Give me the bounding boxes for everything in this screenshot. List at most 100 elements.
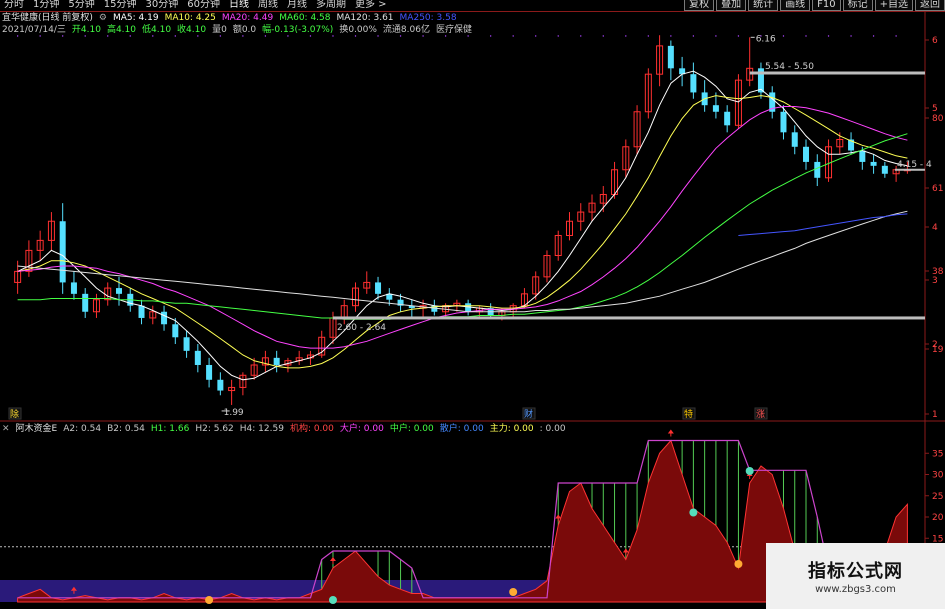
top-dot-24 xyxy=(287,35,289,37)
up-arrow-2 xyxy=(555,514,562,519)
candle-body-32 xyxy=(375,282,382,294)
top-dot-8 xyxy=(107,35,109,37)
top-dot-12 xyxy=(152,35,154,37)
top-dot-70 xyxy=(805,35,807,37)
top-dot-4 xyxy=(61,35,64,37)
price-tick-4: 4 xyxy=(932,223,938,233)
overlay: 6.16 5.54 - 5.50 2.60 - 2.64 1.99 4.15 - 4 除 财… xyxy=(8,34,932,420)
top-dot-46 xyxy=(535,35,537,37)
candle-body-13 xyxy=(161,311,168,325)
indicator-name: 阿木资金E xyxy=(15,424,58,434)
candle-body-9 xyxy=(115,288,122,294)
indicator-value-1: B2: 0.54 xyxy=(107,424,145,434)
annotation-high: 6.16 xyxy=(756,34,776,44)
event-marker-0: 除 xyxy=(10,408,19,420)
indicator-value-6: 大户: 0.00 xyxy=(339,424,384,434)
annotation-resistance: 5.54 - 5.50 xyxy=(765,62,814,72)
indicator-value-9: 主力: 0.00 xyxy=(489,424,534,434)
top-dot-54 xyxy=(625,35,627,37)
candle-body-16 xyxy=(194,350,201,365)
top-dot-36 xyxy=(422,35,424,37)
candle-body-63 xyxy=(724,111,731,126)
candle-body-70 xyxy=(803,146,810,162)
candle-body-68 xyxy=(780,111,787,133)
top-dot-58 xyxy=(670,35,672,37)
signal-circle-5 xyxy=(205,596,214,604)
watermark-title: 指标公式网 xyxy=(808,561,903,582)
top-dot-48 xyxy=(557,35,559,37)
top-dot-78 xyxy=(895,35,897,37)
top-dot-2 xyxy=(39,35,41,37)
top-dot-18 xyxy=(219,35,222,37)
candle-body-6 xyxy=(82,293,89,312)
candle-body-69 xyxy=(791,132,798,147)
top-dot-22 xyxy=(264,35,267,37)
up-arrow-4 xyxy=(667,429,674,434)
top-dot-40 xyxy=(467,35,469,37)
price-tick-9: 1 xyxy=(932,410,938,420)
candle-body-58 xyxy=(667,45,674,69)
price-tick-8: 19 xyxy=(932,345,944,355)
signal-circle-1 xyxy=(734,560,743,568)
indicator-value-7: 中户: 0.00 xyxy=(389,424,434,434)
top-dot-62 xyxy=(715,35,717,37)
top-dot-30 xyxy=(354,35,357,37)
ma-line-MA250 xyxy=(738,213,908,236)
candle-body-23 xyxy=(273,357,280,365)
watermark-logo: 指标公式网 www.zbgs3.com xyxy=(766,543,945,609)
candle-body-18 xyxy=(217,379,224,391)
top-dot-60 xyxy=(692,35,695,37)
top-dot-64 xyxy=(737,35,740,37)
candle-body-62 xyxy=(712,105,719,112)
candle-body-71 xyxy=(814,161,821,178)
price-tick-1: 5 xyxy=(932,104,938,114)
candle-body-5 xyxy=(70,282,77,294)
candle-body-15 xyxy=(183,337,190,351)
candle-body-60 xyxy=(690,74,697,93)
top-dot-26 xyxy=(309,35,312,37)
top-dot-74 xyxy=(850,35,852,37)
candle-body-11 xyxy=(138,305,145,318)
price-tick-0: 6 xyxy=(932,36,938,46)
indicator-close-icon[interactable]: ✕ xyxy=(2,423,10,435)
annotation-last: 4.15 - 4 xyxy=(897,160,932,170)
indicator-header: ✕ 阿木资金E A2: 0.54 B2: 0.54 H1: 1.66 H2: 5.62… xyxy=(2,423,566,435)
signal-circle-2 xyxy=(689,508,698,517)
ma-line-MA5 xyxy=(17,70,908,381)
top-dot-76 xyxy=(872,35,875,37)
price-tick-3: 61 xyxy=(932,184,943,194)
price-tick-2: 80 xyxy=(932,114,944,124)
signal-circle-3 xyxy=(509,588,518,596)
event-marker-3: 涨 xyxy=(756,409,765,420)
support-bar xyxy=(332,316,925,320)
annotation-support: 2.60 - 2.64 xyxy=(337,323,386,333)
top-dot-56 xyxy=(647,35,650,37)
signal-circle-4 xyxy=(328,596,337,604)
top-dot-16 xyxy=(197,35,199,37)
indicator-value-8: 散户: 0.00 xyxy=(439,424,484,434)
top-dot-52 xyxy=(602,35,604,37)
candle-body-4 xyxy=(59,221,66,283)
top-dot-44 xyxy=(512,35,514,37)
indicator-value-5: 机构: 0.00 xyxy=(289,424,334,434)
up-arrow-3 xyxy=(622,548,629,553)
indicator-value-2: H1: 1.66 xyxy=(150,424,190,434)
top-dot-28 xyxy=(332,35,334,37)
chart-canvas[interactable]: 65806143832191 353025201510 6.165.54 - 5… xyxy=(0,0,945,609)
candle-body-75 xyxy=(859,150,866,162)
indicator-tick-2: 25 xyxy=(932,492,943,502)
indicator-tick-1: 30 xyxy=(932,471,944,481)
indicator-value-10: : 0.00 xyxy=(539,424,566,434)
event-marker-1: 财 xyxy=(524,408,533,420)
top-dot-0 xyxy=(16,35,19,37)
indicator-value-4: H4: 12.59 xyxy=(239,424,284,434)
ma-line-MA10 xyxy=(17,95,908,369)
top-dot-72 xyxy=(827,35,830,37)
price-pane: 65806143832191 xyxy=(0,11,945,609)
top-dot-42 xyxy=(489,35,492,37)
ma-line-MA120 xyxy=(17,210,908,313)
top-dot-32 xyxy=(377,35,379,37)
top-dot-20 xyxy=(242,35,244,37)
ma-line-MA60 xyxy=(17,133,908,320)
indicator-tick-0: 35 xyxy=(932,449,943,459)
